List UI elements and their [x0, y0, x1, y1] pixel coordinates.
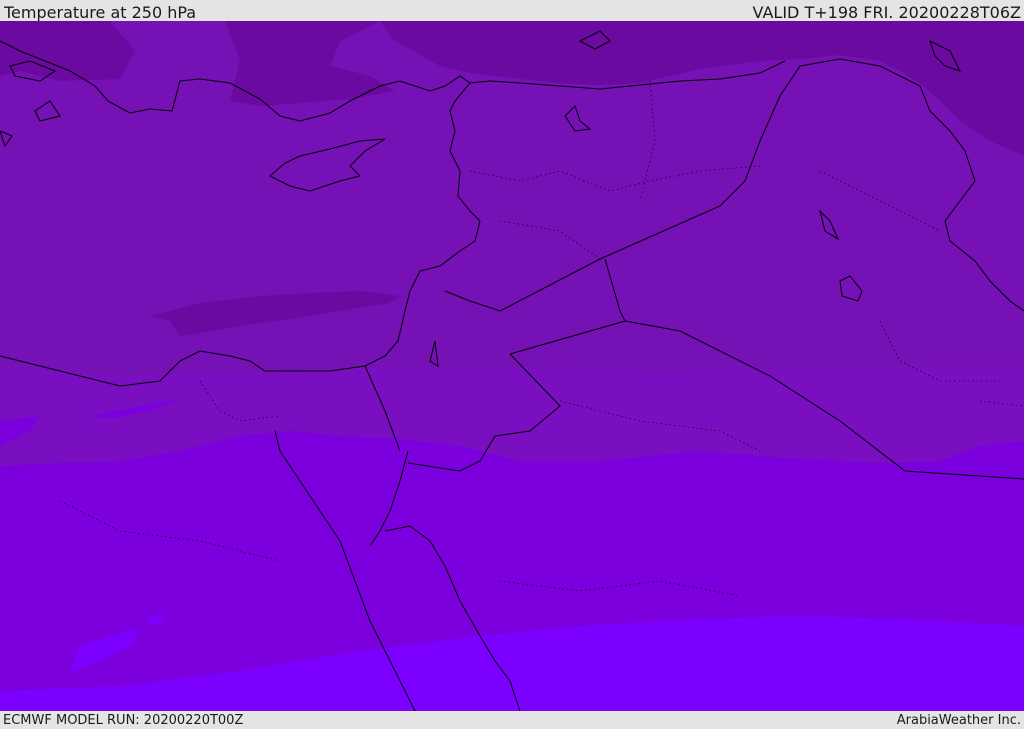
map-title: Temperature at 250 hPa [4, 3, 197, 22]
credit-label: ArabiaWeather Inc. [896, 712, 1021, 728]
valid-time-label: VALID T+198 FRI. 20200228T06Z [752, 3, 1021, 22]
footer-bar: ECMWF MODEL RUN: 20200220T00Z ArabiaWeat… [0, 711, 1024, 729]
temperature-map [0, 21, 1024, 711]
map-canvas [0, 21, 1024, 711]
header-bar: Temperature at 250 hPa VALID T+198 FRI. … [0, 0, 1024, 21]
model-run-label: ECMWF MODEL RUN: 20200220T00Z [3, 712, 244, 728]
band-mid [0, 366, 1024, 466]
